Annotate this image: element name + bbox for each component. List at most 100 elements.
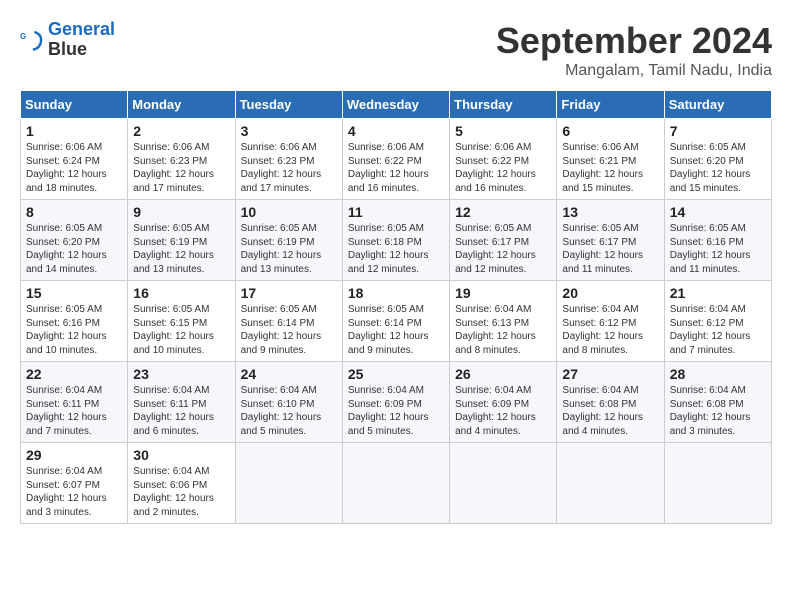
- day-info: Sunrise: 6:04 AM Sunset: 6:06 PM Dayligh…: [133, 465, 229, 519]
- col-wednesday: Wednesday: [342, 91, 449, 119]
- table-row: [664, 443, 771, 524]
- day-info: Sunrise: 6:05 AM Sunset: 6:14 PM Dayligh…: [241, 303, 337, 357]
- calendar-week-4: 22 Sunrise: 6:04 AM Sunset: 6:11 PM Dayli…: [21, 362, 772, 443]
- table-row: [557, 443, 664, 524]
- table-row: 9 Sunrise: 6:05 AM Sunset: 6:19 PM Daylig…: [128, 200, 235, 281]
- day-info: Sunrise: 6:05 AM Sunset: 6:20 PM Dayligh…: [26, 222, 122, 276]
- logo: G GeneralBlue: [20, 20, 115, 60]
- day-number: 20: [562, 285, 658, 301]
- table-row: 11 Sunrise: 6:05 AM Sunset: 6:18 PM Dayli…: [342, 200, 449, 281]
- location: Mangalam, Tamil Nadu, India: [496, 62, 772, 80]
- table-row: 14 Sunrise: 6:05 AM Sunset: 6:16 PM Dayli…: [664, 200, 771, 281]
- day-info: Sunrise: 6:05 AM Sunset: 6:16 PM Dayligh…: [670, 222, 766, 276]
- day-info: Sunrise: 6:04 AM Sunset: 6:13 PM Dayligh…: [455, 303, 551, 357]
- day-number: 24: [241, 366, 337, 382]
- table-row: 16Sunrise: 6:05 AM Sunset: 6:15 PM Dayli…: [128, 281, 235, 362]
- col-friday: Friday: [557, 91, 664, 119]
- day-info: Sunrise: 6:04 AM Sunset: 6:11 PM Dayligh…: [26, 384, 122, 438]
- table-row: 17 Sunrise: 6:05 AM Sunset: 6:14 PM Dayli…: [235, 281, 342, 362]
- day-number: 13: [562, 204, 658, 220]
- table-row: 5 Sunrise: 6:06 AM Sunset: 6:22 PM Daylig…: [450, 119, 557, 200]
- table-row: 10 Sunrise: 6:05 AM Sunset: 6:19 PM Dayli…: [235, 200, 342, 281]
- day-number: 26: [455, 366, 551, 382]
- day-number: 6: [562, 123, 658, 139]
- table-row: 7Sunrise: 6:05 AM Sunset: 6:20 PM Daylig…: [664, 119, 771, 200]
- day-info: Sunrise: 6:06 AM Sunset: 6:24 PM Dayligh…: [26, 141, 122, 195]
- table-row: 19Sunrise: 6:04 AM Sunset: 6:13 PM Dayli…: [450, 281, 557, 362]
- day-number: 5: [455, 123, 551, 139]
- day-info: Sunrise: 6:04 AM Sunset: 6:09 PM Dayligh…: [348, 384, 444, 438]
- month-title: September 2024: [496, 20, 772, 62]
- table-row: [450, 443, 557, 524]
- svg-text:G: G: [20, 32, 26, 41]
- table-row: 29 Sunrise: 6:04 AM Sunset: 6:07 PM Dayli…: [21, 443, 128, 524]
- day-number: 21: [670, 285, 766, 301]
- table-row: 12Sunrise: 6:05 AM Sunset: 6:17 PM Dayli…: [450, 200, 557, 281]
- day-info: Sunrise: 6:06 AM Sunset: 6:23 PM Dayligh…: [241, 141, 337, 195]
- table-row: [342, 443, 449, 524]
- day-info: Sunrise: 6:06 AM Sunset: 6:23 PM Dayligh…: [133, 141, 229, 195]
- day-info: Sunrise: 6:04 AM Sunset: 6:12 PM Dayligh…: [670, 303, 766, 357]
- calendar-week-2: 8Sunrise: 6:05 AM Sunset: 6:20 PM Daylig…: [21, 200, 772, 281]
- table-row: 25 Sunrise: 6:04 AM Sunset: 6:09 PM Dayli…: [342, 362, 449, 443]
- day-number: 18: [348, 285, 444, 301]
- day-number: 30: [133, 447, 229, 463]
- day-number: 25: [348, 366, 444, 382]
- title-block: September 2024 Mangalam, Tamil Nadu, Ind…: [496, 20, 772, 80]
- table-row: 8Sunrise: 6:05 AM Sunset: 6:20 PM Daylig…: [21, 200, 128, 281]
- day-info: Sunrise: 6:05 AM Sunset: 6:18 PM Dayligh…: [348, 222, 444, 276]
- day-number: 3: [241, 123, 337, 139]
- col-saturday: Saturday: [664, 91, 771, 119]
- table-row: 18Sunrise: 6:05 AM Sunset: 6:14 PM Dayli…: [342, 281, 449, 362]
- table-row: 1 Sunrise: 6:06 AM Sunset: 6:24 PM Daylig…: [21, 119, 128, 200]
- day-number: 7: [670, 123, 766, 139]
- calendar-week-1: 1 Sunrise: 6:06 AM Sunset: 6:24 PM Daylig…: [21, 119, 772, 200]
- day-number: 9: [133, 204, 229, 220]
- day-number: 12: [455, 204, 551, 220]
- day-info: Sunrise: 6:05 AM Sunset: 6:19 PM Dayligh…: [133, 222, 229, 276]
- table-row: 28Sunrise: 6:04 AM Sunset: 6:08 PM Dayli…: [664, 362, 771, 443]
- day-number: 29: [26, 447, 122, 463]
- day-number: 4: [348, 123, 444, 139]
- day-info: Sunrise: 6:05 AM Sunset: 6:15 PM Dayligh…: [133, 303, 229, 357]
- day-number: 2: [133, 123, 229, 139]
- table-row: 26 Sunrise: 6:04 AM Sunset: 6:09 PM Dayli…: [450, 362, 557, 443]
- table-row: 15 Sunrise: 6:05 AM Sunset: 6:16 PM Dayli…: [21, 281, 128, 362]
- table-row: 24 Sunrise: 6:04 AM Sunset: 6:10 PM Dayli…: [235, 362, 342, 443]
- logo-icon: G: [20, 28, 44, 52]
- day-info: Sunrise: 6:04 AM Sunset: 6:07 PM Dayligh…: [26, 465, 122, 519]
- table-row: 21 Sunrise: 6:04 AM Sunset: 6:12 PM Dayli…: [664, 281, 771, 362]
- day-number: 1: [26, 123, 122, 139]
- day-number: 15: [26, 285, 122, 301]
- col-monday: Monday: [128, 91, 235, 119]
- table-row: 30 Sunrise: 6:04 AM Sunset: 6:06 PM Dayli…: [128, 443, 235, 524]
- calendar-week-3: 15 Sunrise: 6:05 AM Sunset: 6:16 PM Dayli…: [21, 281, 772, 362]
- table-row: 2 Sunrise: 6:06 AM Sunset: 6:23 PM Daylig…: [128, 119, 235, 200]
- day-info: Sunrise: 6:04 AM Sunset: 6:09 PM Dayligh…: [455, 384, 551, 438]
- day-info: Sunrise: 6:05 AM Sunset: 6:17 PM Dayligh…: [562, 222, 658, 276]
- day-number: 10: [241, 204, 337, 220]
- day-info: Sunrise: 6:04 AM Sunset: 6:10 PM Dayligh…: [241, 384, 337, 438]
- day-info: Sunrise: 6:04 AM Sunset: 6:11 PM Dayligh…: [133, 384, 229, 438]
- day-number: 14: [670, 204, 766, 220]
- day-info: Sunrise: 6:04 AM Sunset: 6:08 PM Dayligh…: [670, 384, 766, 438]
- day-number: 11: [348, 204, 444, 220]
- table-row: 20 Sunrise: 6:04 AM Sunset: 6:12 PM Dayli…: [557, 281, 664, 362]
- col-sunday: Sunday: [21, 91, 128, 119]
- day-number: 22: [26, 366, 122, 382]
- table-row: 27Sunrise: 6:04 AM Sunset: 6:08 PM Dayli…: [557, 362, 664, 443]
- day-number: 17: [241, 285, 337, 301]
- table-row: 3 Sunrise: 6:06 AM Sunset: 6:23 PM Daylig…: [235, 119, 342, 200]
- day-info: Sunrise: 6:06 AM Sunset: 6:21 PM Dayligh…: [562, 141, 658, 195]
- day-info: Sunrise: 6:05 AM Sunset: 6:19 PM Dayligh…: [241, 222, 337, 276]
- table-row: 23Sunrise: 6:04 AM Sunset: 6:11 PM Dayli…: [128, 362, 235, 443]
- day-info: Sunrise: 6:06 AM Sunset: 6:22 PM Dayligh…: [348, 141, 444, 195]
- day-info: Sunrise: 6:05 AM Sunset: 6:16 PM Dayligh…: [26, 303, 122, 357]
- day-info: Sunrise: 6:06 AM Sunset: 6:22 PM Dayligh…: [455, 141, 551, 195]
- calendar-header-row: Sunday Monday Tuesday Wednesday Thursday…: [21, 91, 772, 119]
- table-row: 6 Sunrise: 6:06 AM Sunset: 6:21 PM Daylig…: [557, 119, 664, 200]
- col-tuesday: Tuesday: [235, 91, 342, 119]
- day-info: Sunrise: 6:04 AM Sunset: 6:12 PM Dayligh…: [562, 303, 658, 357]
- day-info: Sunrise: 6:04 AM Sunset: 6:08 PM Dayligh…: [562, 384, 658, 438]
- logo-text: GeneralBlue: [48, 20, 115, 60]
